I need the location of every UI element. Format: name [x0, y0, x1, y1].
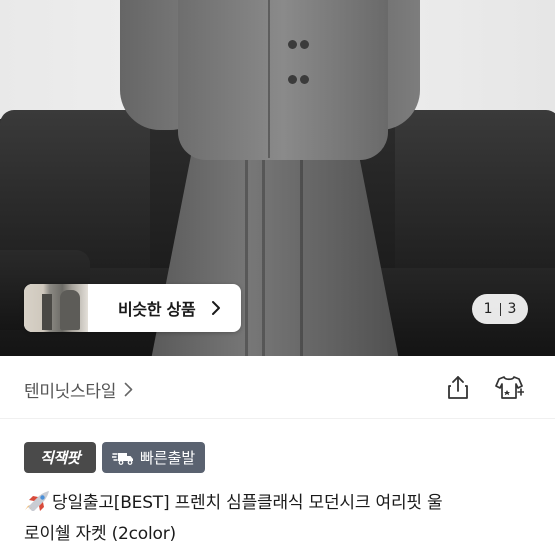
- photo-jacket-button: [300, 40, 309, 49]
- similar-products-thumbnail: [24, 284, 88, 332]
- direct-badge: 직잭팟: [24, 442, 96, 473]
- section-divider: [0, 418, 555, 419]
- image-counter-current: 1: [483, 301, 493, 317]
- chevron-right-icon: [124, 382, 133, 397]
- photo-jacket-seam: [268, 0, 270, 158]
- fast-shipping-badge: 빠른출발: [102, 442, 206, 473]
- image-counter-divider: [499, 302, 501, 316]
- rocket-icon: [24, 489, 50, 520]
- direct-badge-label: 직잭팟: [40, 449, 80, 467]
- closet-icon: [494, 374, 525, 404]
- product-badges: 직잭팟 빠른출발: [24, 442, 206, 473]
- image-counter: 1 3: [472, 294, 528, 324]
- share-icon: [446, 374, 470, 404]
- product-title-line1: 당일출고[BEST] 프렌치 심플클래식 모던시크 여리핏 울: [52, 493, 443, 513]
- photo-jacket-button: [288, 40, 297, 49]
- photo-skirt-pleat: [245, 140, 248, 356]
- share-button[interactable]: [443, 374, 473, 404]
- product-title-line2: 로이쉘 자켓 (2color): [24, 524, 176, 544]
- shop-name: 텐미닛스타일: [24, 381, 117, 402]
- add-to-closet-button[interactable]: [493, 374, 525, 404]
- similar-products-button[interactable]: 비슷한 상품: [24, 284, 241, 332]
- photo-skirt-pleat: [300, 140, 303, 356]
- photo-jacket: [178, 0, 388, 160]
- photo-skirt-pleat: [262, 140, 265, 356]
- chevron-right-icon: [207, 299, 225, 317]
- shop-link[interactable]: 텐미닛스타일: [24, 373, 133, 405]
- fast-shipping-label: 빠른출발: [140, 449, 196, 467]
- product-title: 당일출고[BEST] 프렌치 심플클래식 모던시크 여리핏 울 로이쉘 자켓 (…: [24, 489, 534, 548]
- similar-products-label: 비슷한 상품: [118, 300, 196, 319]
- photo-cushion-right: [395, 110, 555, 280]
- image-counter-total: 3: [507, 301, 517, 317]
- photo-jacket-button: [288, 75, 297, 84]
- truck-icon: [112, 451, 134, 465]
- photo-jacket-button: [300, 75, 309, 84]
